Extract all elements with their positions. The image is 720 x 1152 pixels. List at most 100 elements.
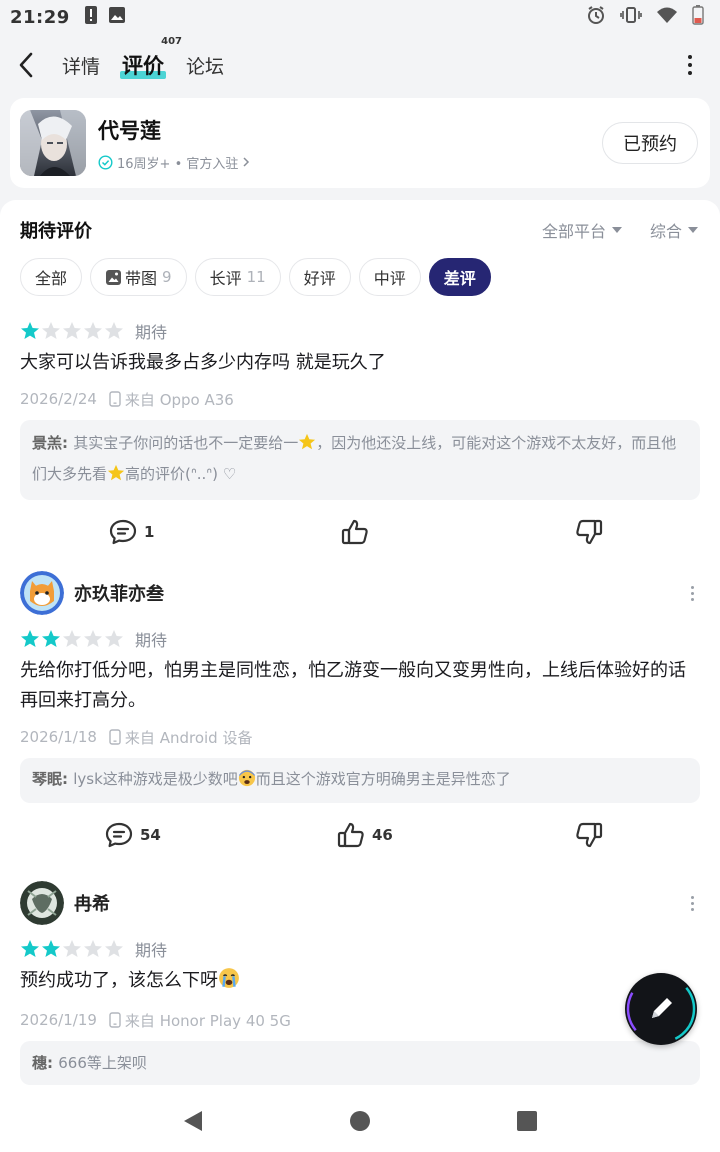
status-time: 21:29 (10, 6, 70, 28)
sort-filter-label: 综合 (649, 222, 682, 241)
review-item: 亦玖菲亦叁 期待 先给你打低分吧，怕男主是同性恋，怕乙游变一般向又变男性向，上线… (20, 571, 700, 851)
game-title: 代号莲 (98, 118, 161, 143)
reply-preview[interactable]: 景羔: 其实宝子你问的话也不一定要给一 ，因为他还没上线，可能对这个游戏不太友好，… (20, 420, 700, 500)
star-empty-icon (105, 940, 123, 957)
review-count-badge: 407 (161, 36, 183, 47)
star-empty-icon (42, 322, 60, 339)
reply-preview[interactable]: 琴眠: lysk这种游戏是极少数吧 而且这个游戏官方明确男主是异性恋了 (20, 758, 700, 803)
user-avatar[interactable] (20, 571, 64, 615)
review-date: 2026/1/19 (20, 1011, 97, 1029)
star-emoji-icon (298, 432, 316, 460)
chip-label: 中评 (373, 269, 406, 288)
star-empty-icon (63, 940, 81, 957)
system-recents-button[interactable] (507, 1101, 547, 1141)
star-filled-icon (21, 630, 39, 647)
status-bar: 21:29 (0, 0, 720, 34)
user-name[interactable]: 亦玖菲亦叁 (74, 580, 164, 606)
chip-with-image[interactable]: 带图 9 (90, 258, 187, 296)
reviews-panel: 期待评价 全部平台 综合 全部 带图 9 长评 11 好评 中评 差评 期待 大家可… (0, 200, 720, 1090)
star-filled-icon (21, 322, 39, 339)
like-count: 46 (372, 826, 393, 844)
top-nav: 详情 评价 407 论坛 (0, 34, 720, 96)
review-text[interactable]: 预约成功了，该怎么下呀 (20, 966, 700, 999)
review-device: 来自 Oppo A36 (124, 390, 234, 409)
tab-reviews[interactable]: 评价 407 (120, 36, 182, 80)
review-more-button[interactable] (684, 888, 700, 918)
tab-details[interactable]: 详情 (62, 52, 100, 79)
rating-label: 期待 (135, 941, 168, 960)
game-meta-link[interactable]: 16周岁+ • 官方入驻 (98, 153, 250, 172)
caret-down-icon (688, 227, 698, 233)
more-options-button[interactable] (678, 45, 702, 85)
platform-filter-dropdown[interactable]: 全部平台 (542, 218, 622, 242)
circle-home-icon (349, 1111, 370, 1131)
square-recents-icon (516, 1111, 537, 1131)
system-nav-bar (0, 1090, 720, 1152)
chip-positive[interactable]: 好评 (288, 258, 351, 296)
comment-icon (105, 822, 133, 848)
triangle-back-icon (184, 1111, 203, 1131)
chip-label: 全部 (35, 269, 68, 288)
thumbs-down-icon (576, 822, 603, 848)
battery-icon (692, 5, 704, 29)
fearful-face-emoji-icon (238, 768, 256, 796)
alert-icon (84, 5, 98, 29)
review-date: 2026/2/24 (20, 390, 97, 408)
chip-label: 长评 (209, 269, 242, 288)
star-empty-icon (105, 322, 123, 339)
thumbs-up-icon (337, 822, 364, 848)
review-text[interactable]: 先给你打低分吧，怕男主是同性恋，怕乙游变一般向又变男性向，上线后体验好的话再回来… (20, 656, 700, 716)
dislike-button[interactable] (574, 518, 604, 546)
reserve-button[interactable]: 已预约 (602, 122, 698, 164)
star-emoji-icon (107, 463, 125, 491)
thumbs-down-icon (576, 519, 603, 545)
caret-down-icon (611, 227, 622, 233)
tab-forum[interactable]: 论坛 (186, 52, 224, 79)
reply-preview[interactable]: 穗: 666等上架呗 (20, 1041, 700, 1085)
game-card[interactable]: 代号莲 16周岁+ • 官方入驻 已预约 (10, 98, 710, 188)
reply-author: 穗 (32, 1054, 48, 1072)
wifi-icon (656, 6, 678, 28)
game-avatar (20, 110, 86, 176)
system-home-button[interactable] (340, 1101, 380, 1141)
chip-neutral[interactable]: 中评 (358, 258, 421, 296)
thumbs-up-icon (341, 519, 368, 545)
star-empty-icon (84, 940, 102, 957)
alarm-icon (586, 5, 606, 29)
review-text[interactable]: 大家可以告诉我最多占多少内存吗 就是玩久了 (20, 348, 700, 378)
rating-stars: 期待 (20, 628, 700, 650)
dislike-button[interactable] (574, 821, 604, 849)
chip-label: 差评 (443, 269, 476, 288)
like-button[interactable] (340, 518, 370, 546)
rating-label: 期待 (135, 631, 168, 650)
user-avatar[interactable] (20, 881, 64, 925)
review-more-button[interactable] (684, 578, 700, 608)
reply-author: 琴眠 (32, 770, 63, 788)
comment-button[interactable]: 54 (104, 821, 161, 849)
review-text-content: 预约成功了，该怎么下呀 (20, 970, 218, 991)
comment-button[interactable]: 1 (108, 518, 154, 546)
review-date: 2026/1/18 (20, 728, 97, 746)
chip-all[interactable]: 全部 (20, 258, 83, 296)
write-review-button[interactable] (625, 973, 697, 1045)
like-button[interactable]: 46 (336, 821, 393, 849)
star-empty-icon (63, 322, 81, 339)
chip-negative[interactable]: 差评 (428, 258, 491, 296)
user-name[interactable]: 冉希 (74, 890, 110, 916)
chevron-right-icon (243, 157, 250, 167)
filter-chips: 全部 带图 9 长评 11 好评 中评 差评 (20, 258, 491, 296)
system-back-button[interactable] (173, 1101, 213, 1141)
chip-count: 11 (246, 268, 266, 286)
verified-icon (98, 154, 113, 170)
phone-icon (109, 391, 121, 407)
comment-count: 54 (140, 826, 161, 844)
back-button[interactable] (18, 45, 46, 85)
phone-icon (109, 729, 121, 745)
review-device: 来自 Honor Play 40 5G (124, 1011, 291, 1030)
comment-count: 1 (144, 523, 155, 541)
review-device: 来自 Android 设备 (124, 728, 253, 747)
chip-label: 带图 (125, 269, 158, 288)
reply-text: lysk这种游戏是极少数吧 (73, 770, 238, 788)
chip-long-review[interactable]: 长评 11 (194, 258, 281, 296)
sort-filter-dropdown[interactable]: 综合 (650, 218, 698, 242)
